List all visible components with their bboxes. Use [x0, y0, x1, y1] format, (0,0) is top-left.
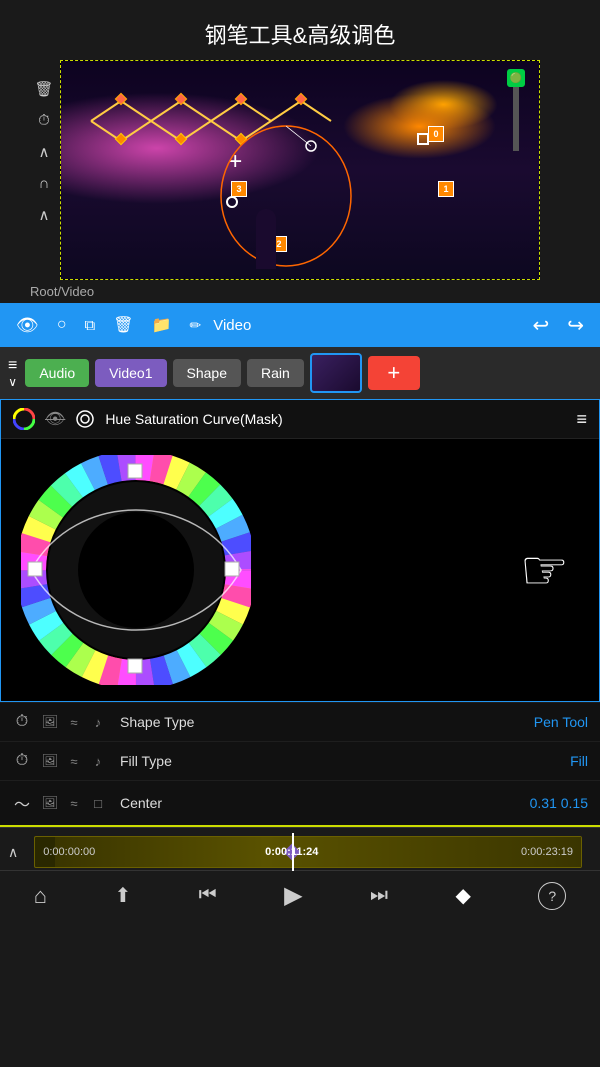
- home-icon[interactable]: ⌂: [34, 883, 47, 909]
- play-icon[interactable]: ▶: [284, 881, 302, 910]
- timeline-track[interactable]: 0:00:00:00 0:00:11:24 0:00:23:19: [34, 836, 582, 868]
- prop-music-icon-1: ♪: [88, 715, 108, 730]
- tab-add-button[interactable]: +: [368, 356, 420, 390]
- video-thumbnail: [312, 355, 360, 391]
- hue-wheel[interactable]: [21, 455, 251, 685]
- prop-wave-icon-1: ≈: [64, 715, 84, 730]
- timeline-start: 0:00:00:00: [43, 846, 95, 858]
- ctrl-point-1[interactable]: 1: [438, 181, 454, 197]
- prop-image-icon-2: 🖼: [40, 753, 60, 769]
- eye-icon[interactable]: 👁: [10, 311, 45, 340]
- prop-row-shape-type: ⏱ 🖼 ≈ ♪ Shape Type Pen Tool: [0, 702, 600, 741]
- undo-icon[interactable]: ↩: [526, 309, 555, 342]
- edit-toolbar: 👁 ○ ⧉ 🗑 📁 ✏ Video ↩ ↪: [0, 303, 600, 347]
- diamond-icon[interactable]: ◆: [455, 883, 470, 908]
- breadcrumb: Root/Video: [0, 280, 600, 303]
- properties-section: ⏱ 🖼 ≈ ♪ Shape Type Pen Tool ⏱ 🖼 ≈ ♪ Fill…: [0, 702, 600, 827]
- prop-timer-icon-1: ⏱: [12, 713, 32, 731]
- tab-rain[interactable]: Rain: [247, 359, 304, 387]
- prop-row-center: 〜 🖼 ≈ □ Center 0.31 0.15: [0, 780, 600, 827]
- person-silhouette: [256, 209, 276, 269]
- help-icon[interactable]: ?: [538, 882, 566, 910]
- color-panel: 👁 Hue Saturation Curve(Mask) ≡: [0, 399, 600, 702]
- prop-square-icon-3: □: [88, 796, 108, 811]
- center-label: Center: [116, 795, 522, 811]
- tab-video1[interactable]: Video1: [95, 359, 166, 387]
- panel-title: Hue Saturation Curve(Mask): [105, 411, 566, 427]
- prop-image-icon-1: 🖼: [40, 714, 60, 730]
- shape-type-value[interactable]: Pen Tool: [534, 714, 588, 730]
- arch-icon[interactable]: ∩: [39, 175, 50, 192]
- path-node-top: [417, 133, 429, 145]
- copy-icon[interactable]: ⧉: [79, 313, 102, 338]
- wheel-ctrl-left[interactable]: [28, 562, 42, 576]
- tab-shape[interactable]: Shape: [173, 359, 241, 387]
- prop-wave-icon-3: 〜: [12, 791, 32, 815]
- tab-menu-icon[interactable]: ≡: [8, 357, 17, 375]
- timeline-bar: ∧ 0:00:00:00 0:00:11:24 0:00:23:19: [0, 827, 600, 870]
- cursor-hand: ☞: [520, 538, 569, 602]
- track-tabs: ≡ ∨ Audio Video1 Shape Rain +: [0, 347, 600, 399]
- timeline-current: 0:00:11:24: [265, 846, 318, 858]
- mask-eye-icon[interactable]: 👁: [45, 409, 65, 429]
- circle-icon[interactable]: ○: [51, 312, 73, 338]
- fill-type-label: Fill Type: [116, 753, 562, 769]
- prop-row-fill-type: ⏱ 🖼 ≈ ♪ Fill Type Fill: [0, 741, 600, 780]
- path-node-left: [226, 196, 238, 208]
- shape-type-label: Shape Type: [116, 714, 526, 730]
- toolbar-title: Video: [213, 317, 251, 334]
- preview-sidebar: 🗑 ⏱ ∧ ∩ ∧: [30, 80, 58, 224]
- person-icon[interactable]: ∧: [39, 206, 50, 224]
- prev-frame-icon[interactable]: ⏮: [199, 884, 217, 907]
- video-preview: + 0 1 2 3 🟢: [60, 60, 540, 280]
- ctrl-point-3[interactable]: 3: [231, 181, 247, 197]
- ctrl-point-0[interactable]: 0: [428, 126, 444, 142]
- prop-wave-icon-3b: ≈: [64, 796, 84, 811]
- timer-icon[interactable]: ⏱: [38, 112, 50, 129]
- hue-wheel-section: ☞: [1, 439, 599, 701]
- wheel-ctrl-top[interactable]: [128, 464, 142, 478]
- traffic-light: 🟢: [507, 69, 525, 87]
- delete-icon[interactable]: 🗑: [34, 80, 53, 98]
- color-icon: [13, 408, 35, 430]
- panel-header: 👁 Hue Saturation Curve(Mask) ≡: [1, 400, 599, 439]
- tab-chevron-icon[interactable]: ∨: [8, 375, 17, 389]
- trash-icon[interactable]: 🗑: [107, 311, 139, 339]
- up-arrow-icon[interactable]: ∧: [39, 143, 50, 161]
- redo-icon[interactable]: ↪: [561, 309, 590, 342]
- timeline-end: 0:00:23:19: [521, 846, 573, 858]
- page-title: 钢笔工具&高级调色: [0, 0, 600, 60]
- next-frame-icon[interactable]: ⏭: [370, 884, 388, 907]
- tab-audio[interactable]: Audio: [25, 359, 89, 387]
- wheel-ctrl-right[interactable]: [225, 562, 239, 576]
- center-value[interactable]: 0.31 0.15: [530, 795, 588, 811]
- prop-timer-icon-2: ⏱: [12, 752, 32, 770]
- panel-menu-icon[interactable]: ≡: [576, 409, 587, 430]
- share-icon[interactable]: ⬆: [114, 883, 131, 908]
- tab-video-active[interactable]: [310, 353, 362, 393]
- wheel-ctrl-bottom[interactable]: [128, 659, 142, 673]
- timeline-collapse-icon[interactable]: ∧: [8, 844, 18, 861]
- prop-wave-icon-2: ≈: [64, 754, 84, 769]
- prop-image-icon-3: 🖼: [40, 795, 60, 811]
- pencil-icon[interactable]: ✏: [183, 313, 207, 338]
- fill-type-value[interactable]: Fill: [570, 753, 588, 769]
- folder-icon[interactable]: 📁: [146, 311, 178, 339]
- prop-music-icon-2: ♪: [88, 754, 108, 769]
- bottom-nav: ⌂ ⬆ ⏮ ▶ ⏭ ◆ ?: [0, 870, 600, 920]
- circle-panel-icon[interactable]: [75, 409, 95, 429]
